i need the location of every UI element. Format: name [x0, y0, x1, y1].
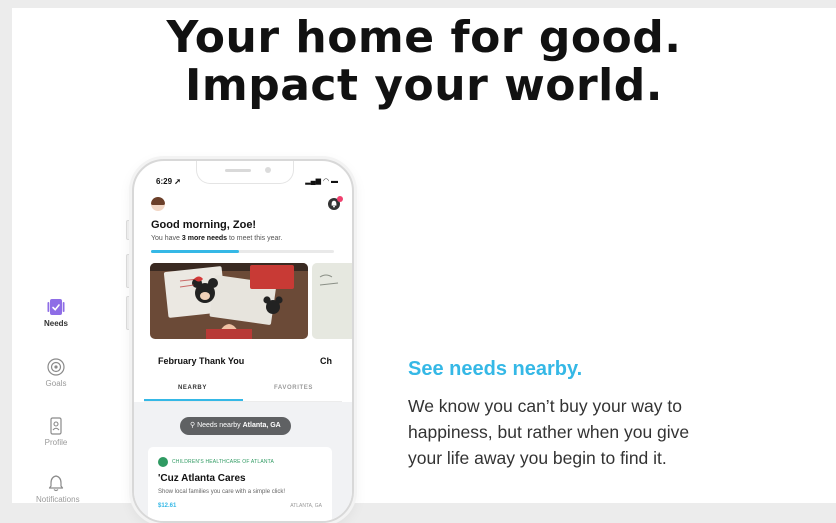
phone-notch: [196, 161, 294, 184]
notification-dot: [337, 196, 343, 202]
feature-body-line-1: We know you can’t buy your way to: [408, 396, 682, 416]
rail-item-profile[interactable]: Profile: [36, 417, 76, 447]
hero-line-2: Impact your world.: [185, 60, 663, 111]
greeting-sub-bold: 3 more needs: [181, 235, 228, 242]
pill-location: Atlanta, GA: [242, 422, 281, 429]
card-image-february[interactable]: [150, 263, 308, 339]
rail-item-goals[interactable]: Goals: [36, 358, 76, 388]
thank-you-cards-photo: [150, 263, 308, 339]
tab-favorites[interactable]: FAVORITES: [274, 385, 313, 391]
page-sheet: Your home for good. Impact your world. N…: [12, 8, 836, 523]
org-name: CHILDREN'S HEALTHCARE OF ATLANTA: [172, 459, 275, 465]
profile-icon: [50, 417, 62, 435]
nearby-favorites-tabs: NEARBY FAVORITES: [144, 379, 342, 402]
hero-headline: Your home for good. Impact your world.: [12, 14, 836, 110]
feature-body-line-3: your life away you begin to find it.: [408, 448, 667, 468]
needs-icon: [47, 299, 65, 315]
greeting-title: Good morning, Zoe!: [151, 219, 257, 231]
card-image-next[interactable]: [312, 263, 352, 339]
rail-item-needs[interactable]: Needs: [36, 298, 76, 328]
hero-line-1: Your home for good.: [166, 12, 682, 63]
rail-label-needs: Needs: [43, 319, 68, 328]
pill-prefix: Needs nearby: [197, 422, 243, 429]
need-price: $12.61: [158, 503, 177, 509]
location-pill[interactable]: ⚲ Needs nearby Atlanta, GA: [180, 417, 291, 435]
battery-icon: ▬: [331, 178, 338, 185]
status-time: 6:29 ➚: [156, 177, 181, 186]
phone-mockup: 6:29 ➚ ▂▄▆ ◠ ▬ Good morning, Zoe! You ha…: [132, 159, 354, 523]
next-card-photo: [312, 263, 352, 339]
map-pin-icon: ⚲: [190, 422, 196, 429]
phone-speaker: [225, 169, 251, 172]
wifi-icon: ◠: [322, 178, 330, 185]
tab-active-indicator: [144, 399, 243, 401]
phone-camera: [265, 167, 271, 173]
need-description: Show local families you care with a simp…: [158, 489, 286, 495]
need-location: ATLANTA, GA: [290, 503, 322, 509]
status-icons: ▂▄▆ ◠ ▬: [305, 177, 338, 185]
need-title: 'Cuz Atlanta Cares: [158, 473, 246, 484]
greeting-subtitle: You have 3 more needs to meet this year.: [151, 235, 282, 242]
rail-label-profile: Profile: [44, 438, 68, 447]
greeting-sub-suffix: to meet this year.: [227, 235, 283, 242]
feature-body-line-2: happiness, but rather when you give: [408, 422, 690, 442]
avatar[interactable]: [151, 197, 165, 211]
location-arrow-icon: ➚: [174, 177, 181, 186]
feature-body: We know you can’t buy your way to happin…: [408, 393, 828, 471]
nearby-feed: ⚲ Needs nearby Atlanta, GA CHILDREN'S HE…: [134, 402, 352, 521]
bell-icon: [48, 475, 64, 492]
feature-title: See needs nearby.: [408, 358, 583, 380]
goals-icon: [47, 358, 65, 376]
goal-progress-bar: [151, 250, 334, 253]
org-logo-icon: [158, 457, 168, 467]
card-title-february: February Thank You: [158, 356, 245, 366]
greeting-sub-prefix: You have: [151, 235, 182, 242]
rail-item-notifications[interactable]: Notifications: [36, 474, 80, 504]
goal-progress-fill: [151, 250, 239, 253]
signal-icon: ▂▄▆: [305, 178, 321, 185]
need-card[interactable]: CHILDREN'S HEALTHCARE OF ATLANTA 'Cuz At…: [148, 447, 332, 521]
tab-nearby[interactable]: NEARBY: [178, 385, 207, 391]
rail-label-goals: Goals: [45, 379, 67, 388]
status-time-text: 6:29: [156, 177, 173, 186]
card-title-next: Ch: [320, 356, 332, 366]
